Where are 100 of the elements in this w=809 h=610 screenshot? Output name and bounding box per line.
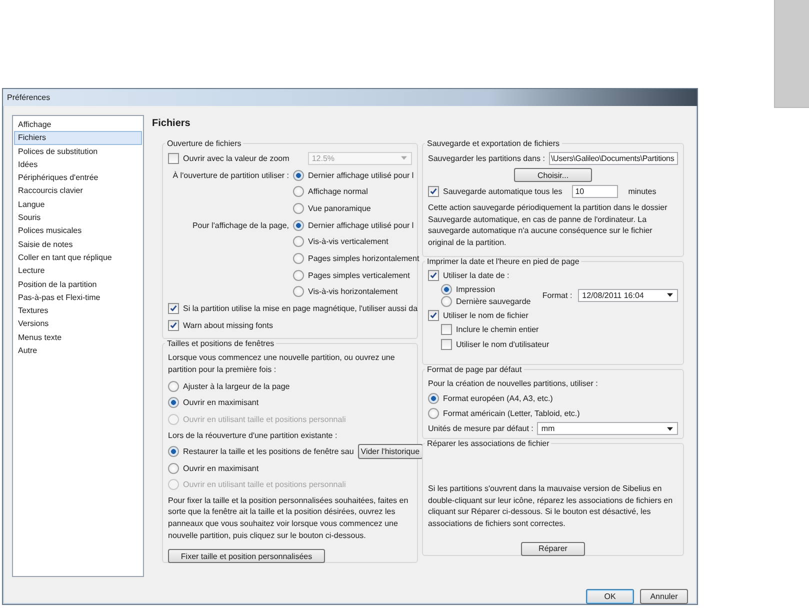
radio-button[interactable] (168, 397, 179, 408)
description-text: Pour fixer la taille et la position personnalisées souhaitées, faites en sorte que la fenêtre ait la taille et la position désirées, ouvrez les panneaux que vous souhaitez voir lorsque vous commencez une nouvelle partition, puis cliquez sur le bouton ci-dessous. (168, 494, 410, 542)
category-item[interactable]: Menus texte (14, 330, 142, 344)
category-item[interactable]: Idées (14, 158, 142, 172)
radio-label: Dernier affichage utilisé pour l (308, 170, 414, 180)
format-dropdown[interactable]: 12/08/2011 16:04 (578, 288, 678, 302)
group-title: Imprimer la date et l'heure en pied de page (426, 257, 580, 266)
checkbox[interactable] (428, 186, 439, 198)
checkbox-label: Ouvrir avec la valeur de zoom (183, 154, 290, 163)
radio-label: Vis-à-vis horizontalement (308, 287, 398, 296)
window-title: Préférences (7, 93, 50, 102)
radio-button[interactable] (293, 286, 304, 298)
checkbox-label: Warn about missing fonts (183, 320, 273, 330)
option-label: Pour l'affichage de la page, (192, 220, 289, 230)
units-dropdown[interactable]: mm (537, 422, 678, 436)
field-label: Unités de mesure par défaut : (428, 424, 534, 434)
repair-button[interactable]: Réparer (521, 542, 585, 556)
page-heading: Fichiers (152, 117, 192, 131)
radio-button[interactable] (293, 252, 304, 264)
field-label: Format : (542, 290, 572, 300)
radio-button[interactable] (168, 380, 179, 392)
category-item[interactable]: Fichiers (14, 131, 142, 145)
category-item[interactable]: Souris (14, 211, 142, 224)
option-label: À l'ouverture de partition utiliser : (172, 170, 289, 180)
clear-history-button[interactable]: Vider l'historique (358, 444, 423, 460)
group-title: Ouverture de fichiers (166, 139, 242, 148)
category-item[interactable]: Polices de substitution (14, 144, 142, 158)
group-title: Format de page par défaut (426, 365, 523, 374)
checkbox[interactable] (428, 310, 439, 321)
checkbox-label: Utiliser le nom de fichier (443, 310, 528, 320)
category-item[interactable]: Périphériques d'entrée (14, 171, 142, 184)
radio-label: Dernier affichage utilisé pour l (308, 220, 414, 230)
set-size-button[interactable]: Fixer taille et position personnalisées (168, 549, 325, 564)
checkbox-label: Sauvegarde automatique tous les (443, 187, 562, 196)
category-item[interactable]: Position de la partition (14, 278, 142, 291)
checkbox[interactable] (168, 303, 179, 314)
radio-button[interactable] (293, 220, 304, 231)
radio-label: Format européen (A4, A3, etc.) (443, 394, 553, 404)
category-item[interactable]: Versions (14, 317, 142, 331)
radio-label: Impression (456, 284, 496, 294)
section-label: Lors de la réouverture d'une partition existante : (168, 430, 338, 442)
checkbox-label: Utiliser le nom d'utilisateur (456, 340, 550, 350)
radio-button[interactable] (293, 170, 304, 181)
radio-label: Ouvrir en utilisant taille et positions personnali (183, 414, 346, 424)
radio-button[interactable] (428, 408, 439, 420)
group-title: Sauvegarde et exportation de fichiers (426, 139, 561, 148)
radio-button[interactable] (293, 202, 304, 214)
radio-label: Vis-à-vis verticalement (308, 237, 388, 246)
radio-label: Pages simples horizontalement (308, 254, 420, 263)
checkbox[interactable] (441, 339, 452, 350)
checkbox[interactable] (428, 270, 439, 281)
group-title: Réparer les associations de fichier (426, 439, 550, 448)
radio-button[interactable] (293, 186, 304, 198)
checkbox-label: Utiliser la date de : (443, 270, 510, 280)
radio-button[interactable] (293, 270, 304, 281)
description-text: Si les partitions s'ouvrent dans la mauvaise version de Sibelius en double-cliquant sur leur icône, réparez les associations de fichiers en cliquant sur Réparer ci-dessous. Si le bouton est désactivé, les associations de fichiers sont correctes. (428, 483, 674, 530)
minutes-field[interactable]: 10 (572, 185, 618, 198)
radio-label: Affichage normal (308, 187, 368, 196)
radio-label: Ouvrir en maximisant (183, 464, 259, 473)
radio-button[interactable] (168, 462, 179, 474)
checkbox-label: Inclure le chemin entier (456, 325, 539, 334)
category-item[interactable]: Affichage (14, 118, 142, 132)
radio-label: Format américain (Letter, Tabloid, etc.) (443, 409, 580, 418)
radio-label: Pages simples verticalement (308, 270, 410, 280)
category-item[interactable]: Langue (14, 198, 142, 212)
description-text: Pour la création de nouvelles partitions, utiliser : (428, 378, 599, 390)
radio-label: Restaurer la taille et les positions de fenêtre sau (183, 447, 354, 456)
category-item[interactable]: Lecture (14, 264, 142, 278)
checkbox[interactable] (441, 324, 452, 336)
choose-button[interactable]: Choisir... (514, 168, 592, 182)
radio-button[interactable] (441, 284, 452, 295)
cancel-button[interactable]: Annuler (640, 589, 688, 604)
radio-button[interactable] (428, 393, 439, 404)
radio-label: Dernière sauvegarde (456, 297, 531, 306)
radio-button[interactable] (441, 296, 452, 308)
category-item[interactable]: Saisie de notes (14, 238, 142, 251)
radio-label: Ouvrir en utilisant taille et positions personnali (183, 480, 346, 490)
radio-button[interactable] (293, 236, 304, 248)
category-item[interactable]: Autre (14, 344, 142, 358)
dropdown-arrow-icon (401, 156, 407, 160)
radio-label: Ouvrir en maximisant (183, 398, 259, 408)
ok-button[interactable]: OK (586, 589, 634, 604)
description-text: Cette action sauvegarde périodiquement la partition dans le dossier Sauvegarde automatique, en cas de panne de l'ordinateur. La sauvegarde automatique n'a aucune conséquence sur le fichier original de la partition. (428, 202, 668, 248)
radio-label: Ajuster à la largeur de la page (183, 382, 290, 391)
category-item[interactable]: Textures (14, 304, 142, 318)
group-title: Tailles et positions de fenêtres (166, 339, 276, 348)
checkbox-label: Si la partition utilise la mise en page magnétique, l'utiliser aussi da (183, 304, 418, 314)
dropdown-arrow-icon (667, 293, 673, 298)
radio-button[interactable] (168, 446, 179, 458)
category-item[interactable]: Raccourcis clavier (14, 184, 142, 198)
description-text: Lorsque vous commencez une nouvelle partition, ou ouvrez une partition pour la première fois : (168, 352, 396, 376)
dropdown-arrow-icon (667, 426, 673, 431)
category-item[interactable]: Pas-à-pas et Flexi-time (14, 290, 142, 304)
radio-label: Vue panoramique (308, 204, 371, 213)
path-field[interactable]: \Users\Galileo\Documents\Partitions (548, 152, 678, 165)
unit-label: minutes (628, 187, 656, 196)
checkbox[interactable] (168, 320, 179, 331)
field-label: Sauvegarder les partitions dans : (428, 154, 545, 163)
category-item[interactable]: Coller en tant que réplique (14, 250, 142, 264)
category-item[interactable]: Polices musicales (14, 224, 142, 238)
